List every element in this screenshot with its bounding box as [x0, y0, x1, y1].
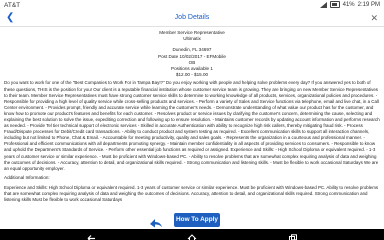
signal-icon	[319, 1, 327, 8]
nav-recents-icon[interactable]	[288, 230, 298, 240]
job-info: Member Service Representative Ultimatix …	[0, 30, 384, 78]
pay-range: $12.00 - $15.00	[175, 72, 209, 78]
status-time: 2:19 PM	[357, 1, 380, 8]
job-details-screen: AT&T 41% 2:19 PM ❮ Job Details ✕ Member …	[0, 0, 384, 240]
job-content[interactable]: Member Service Representative Ultimatix …	[0, 27, 384, 212]
app-header: ❮ Job Details ✕	[0, 11, 384, 27]
job-description: Do you want to work for one of the "Best…	[4, 80, 380, 171]
nav-home-icon[interactable]	[187, 230, 197, 240]
nav-back-icon[interactable]	[86, 230, 96, 240]
close-icon[interactable]: ✕	[370, 13, 378, 24]
page-title: Job Details	[174, 14, 210, 21]
additional-info-title: Additional Information:	[4, 174, 50, 180]
additional-info-text: Experience and Skills: High School Diplo…	[4, 184, 379, 203]
how-to-apply-button[interactable]: How To Apply	[174, 213, 220, 227]
carrier-label: AT&T	[4, 2, 21, 9]
status-bar: AT&T 41% 2:19 PM	[0, 0, 384, 11]
battery-percent: 41%	[342, 1, 355, 8]
battery-icon	[329, 1, 340, 8]
status-indicators: 41% 2:19 PM	[319, 1, 380, 8]
share-icon[interactable]	[149, 215, 163, 228]
action-bar: How To Apply	[0, 212, 384, 229]
system-nav-bar	[0, 229, 384, 240]
